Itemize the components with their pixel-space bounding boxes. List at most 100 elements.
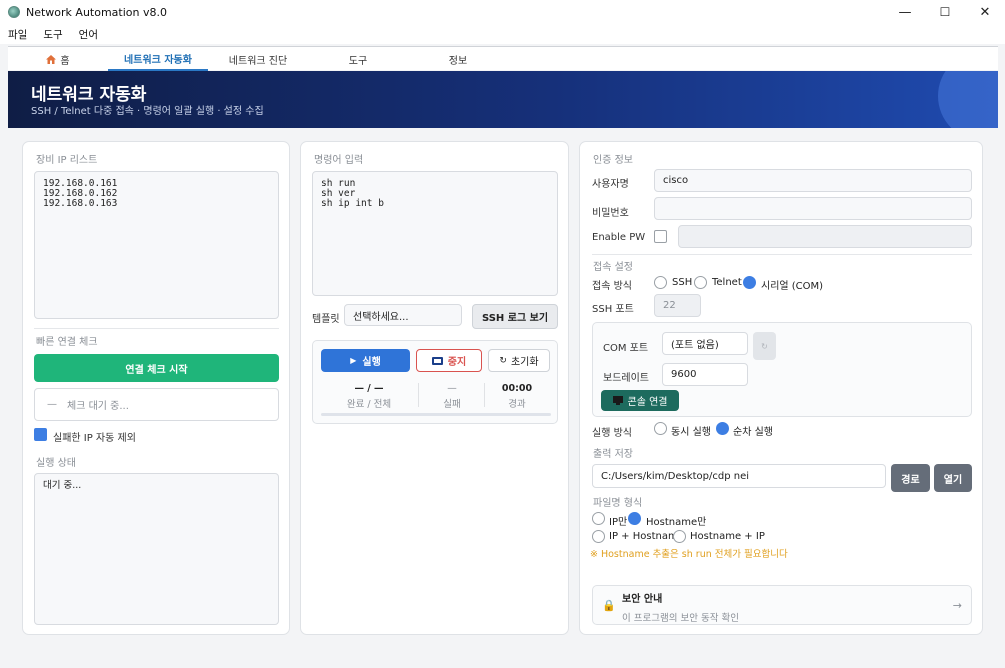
password-label: 비밀번호 <box>592 208 629 219</box>
home-icon <box>46 54 57 64</box>
method-serial-label: 시리얼 (COM) <box>761 281 824 292</box>
template-select[interactable]: 선택하세요... <box>344 304 462 326</box>
ssh-port-input[interactable]: 22 <box>654 294 701 317</box>
security-desc: 이 프로그램의 보안 동작 확인 <box>622 613 739 624</box>
enable-pw-label: Enable PW <box>592 232 646 243</box>
com-port-label: COM 포트 <box>603 343 649 354</box>
maximize-button[interactable]: ☐ <box>925 0 965 24</box>
serial-settings-box: COM 포트 (포트 없음) ↻ 보드레이트 9600 콘솔 연결 <box>592 322 972 417</box>
connection-label: 접속 설정 <box>593 262 633 273</box>
right-panel: 인증 정보 사용자명 cisco 비밀번호 Enable PW 접속 설정 접속… <box>579 141 983 635</box>
reset-icon: ↻ <box>499 355 507 366</box>
stop-button[interactable]: 중지 <box>416 349 482 372</box>
run-control-box: ▶ 실행 중지 ↻ 초기화 — / — 완료 / 전체 — 실패 00:00 경… <box>312 340 558 424</box>
menu-tools[interactable]: 도구 <box>43 27 62 42</box>
baud-label: 보드레이트 <box>603 373 649 384</box>
exec-sequential-label: 순차 실행 <box>733 427 773 438</box>
tab-network-diagnosis[interactable]: 네트워크 진단 <box>208 47 308 71</box>
window-title: Network Automation v8.0 <box>26 5 167 19</box>
method-label: 접속 방식 <box>592 281 632 292</box>
filename-ip-radio[interactable] <box>592 512 605 525</box>
com-port-select[interactable]: (포트 없음) <box>662 332 748 355</box>
menu-file[interactable]: 파일 <box>8 27 27 42</box>
arrow-right-icon: → <box>952 599 962 612</box>
tab-bar: 홈 네트워크 자동화 네트워크 진단 도구 정보 <box>8 46 998 71</box>
username-label: 사용자명 <box>592 179 629 190</box>
command-textarea[interactable]: sh run sh ver sh ip int b <box>312 171 558 296</box>
menu-bar: 파일 도구 언어 <box>0 24 1005 44</box>
menu-language[interactable]: 언어 <box>79 27 98 42</box>
monitor-icon <box>612 396 623 405</box>
reset-button-label: 초기화 <box>510 357 539 368</box>
run-button-label: 실행 <box>362 357 381 368</box>
method-serial-radio[interactable] <box>743 276 756 289</box>
tab-tools[interactable]: 도구 <box>308 47 408 71</box>
left-panel: 장비 IP 리스트 192.168.0.161 192.168.0.162 19… <box>22 141 290 635</box>
tab-home[interactable]: 홈 <box>8 47 108 71</box>
open-button[interactable]: 열기 <box>934 464 972 492</box>
title-bar: Network Automation v8.0 — ☐ ✕ <box>0 0 1005 24</box>
security-notice-card[interactable]: 🔒 보안 안내 이 프로그램의 보안 동작 확인 → <box>592 585 972 625</box>
exec-parallel-label: 동시 실행 <box>671 427 711 438</box>
exec-sequential-radio[interactable] <box>716 422 729 435</box>
enable-pw-checkbox[interactable] <box>654 230 667 243</box>
start-check-button[interactable]: 연결 체크 시작 <box>34 354 279 382</box>
middle-panel: 명령어 입력 sh run sh ver sh ip int b 템플릿 선택하… <box>300 141 569 635</box>
page-banner: 네트워크 자동화 SSH / Telnet 다중 접속 · 명령어 일괄 실행 … <box>8 71 998 128</box>
elapsed-value: 00:00 <box>501 383 533 394</box>
run-status-textarea[interactable]: 대기 중... <box>34 473 279 625</box>
ssh-port-label: SSH 포트 <box>592 304 634 315</box>
method-telnet-radio[interactable] <box>694 276 707 289</box>
template-label: 템플릿 <box>312 314 340 325</box>
browse-button[interactable]: 경로 <box>891 464 930 492</box>
command-label: 명령어 입력 <box>314 155 364 166</box>
minimize-button[interactable]: — <box>885 0 925 24</box>
security-title: 보안 안내 <box>622 594 663 605</box>
tab-info[interactable]: 정보 <box>408 47 508 71</box>
ssh-log-button[interactable]: SSH 로그 보기 <box>472 304 558 329</box>
stop-icon <box>431 356 443 365</box>
exec-parallel-radio[interactable] <box>654 422 667 435</box>
filename-hostname-label: Hostname만 <box>646 517 707 528</box>
banner-decoration <box>938 71 998 128</box>
progress-value: — / — <box>354 383 384 394</box>
username-input[interactable]: cisco <box>654 169 972 192</box>
filename-hostname-ip-radio[interactable] <box>673 530 686 543</box>
baud-input[interactable]: 9600 <box>662 363 748 386</box>
progress-label: 완료 / 전체 <box>346 399 392 410</box>
progress-bar <box>321 413 551 416</box>
filename-ip-label: IP만 <box>609 517 628 528</box>
filename-hostname-radio[interactable] <box>628 512 641 525</box>
method-ssh-label: SSH <box>672 277 693 288</box>
reset-button[interactable]: ↻ 초기화 <box>488 349 550 372</box>
tab-home-label: 홈 <box>60 55 70 67</box>
check-status-box: — 체크 대기 중... <box>34 388 279 421</box>
ip-list-label: 장비 IP 리스트 <box>36 155 98 166</box>
exclude-failed-checkbox[interactable] <box>34 428 47 441</box>
console-connect-label: 콘솔 연결 <box>627 397 668 408</box>
lock-icon: 🔒 <box>602 599 616 612</box>
refresh-com-button[interactable]: ↻ <box>753 332 776 360</box>
output-label: 출력 저장 <box>593 449 633 460</box>
run-button[interactable]: ▶ 실행 <box>321 349 410 372</box>
elapsed-label: 경과 <box>508 399 526 410</box>
tab-network-automation[interactable]: 네트워크 자동화 <box>108 47 208 71</box>
password-input[interactable] <box>654 197 972 220</box>
console-connect-button[interactable]: 콘솔 연결 <box>601 390 679 411</box>
ip-list-textarea[interactable]: 192.168.0.161 192.168.0.162 192.168.0.16… <box>34 171 279 319</box>
close-button[interactable]: ✕ <box>965 0 1005 24</box>
check-status-text: 체크 대기 중... <box>67 401 129 412</box>
app-icon <box>8 6 20 18</box>
page-subtitle: SSH / Telnet 다중 접속 · 명령어 일괄 실행 · 설정 수집 <box>31 106 264 117</box>
enable-pw-input[interactable] <box>678 225 972 248</box>
exclude-failed-label: 실패한 IP 자동 제외 <box>53 433 136 444</box>
play-icon: ▶ <box>350 356 357 365</box>
method-ssh-radio[interactable] <box>654 276 667 289</box>
run-status-label: 실행 상태 <box>36 458 76 469</box>
stop-button-label: 중지 <box>447 357 467 368</box>
filename-note: ※ Hostname 추출은 sh run 전체가 필요합니다 <box>590 549 788 560</box>
output-path-input[interactable]: C:/Users/kim/Desktop/cdp nei <box>592 464 886 488</box>
filename-ip-hostname-radio[interactable] <box>592 530 605 543</box>
auth-label: 인증 정보 <box>593 155 633 166</box>
filename-label: 파일명 형식 <box>593 498 643 509</box>
